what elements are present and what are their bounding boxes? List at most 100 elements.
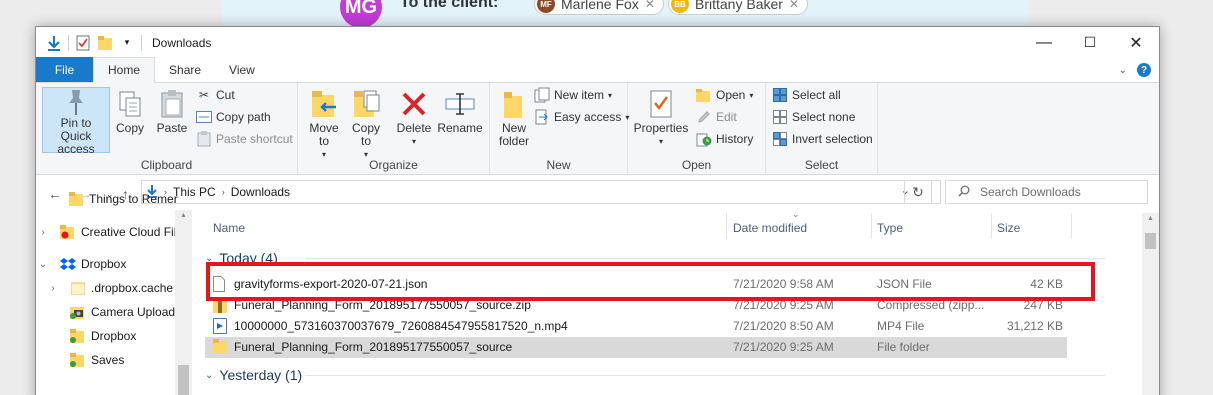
invert-selection-button[interactable]: Invert selection: [772, 129, 873, 149]
delete-button[interactable]: Delete ▾: [394, 87, 434, 148]
nav-item-camera-uploads[interactable]: Camera Uploads: [36, 301, 181, 323]
nav-item-label: Camera Uploads: [91, 305, 182, 319]
new-folder-button[interactable]: New folder: [494, 87, 534, 148]
scrollbar-thumb[interactable]: [1145, 233, 1156, 249]
search-input[interactable]: Search Downloads: [945, 180, 1148, 204]
recipient-chip[interactable]: MF Marlene Fox ✕: [534, 0, 664, 15]
nav-item-dropbox-cache[interactable]: › .dropbox.cache: [36, 277, 173, 299]
search-placeholder: Search Downloads: [980, 185, 1081, 199]
copy-icon: [114, 87, 146, 121]
customize-dropdown-icon[interactable]: ▾: [119, 35, 135, 51]
breadcrumb-downloads[interactable]: Downloads: [231, 185, 290, 199]
nav-item-label: Saves: [91, 353, 125, 367]
tab-home[interactable]: Home: [93, 57, 156, 83]
move-to-button[interactable]: Move to ▾: [308, 87, 340, 161]
column-header-size[interactable]: Size: [997, 218, 1020, 238]
select-group: Select all Select none Invert selection …: [766, 83, 878, 175]
dropdown-arrow-icon: ▾: [411, 137, 416, 146]
separator: [68, 34, 69, 51]
properties-button[interactable]: Properties ▾: [632, 87, 690, 148]
synced-folder-icon: [70, 352, 86, 368]
scissors-icon: ✂: [198, 88, 210, 102]
select-none-button[interactable]: Select none: [772, 107, 855, 127]
scroll-up-icon[interactable]: ▲: [180, 212, 187, 219]
collapse-ribbon-icon[interactable]: ⌄: [1119, 65, 1127, 76]
copy-path-icon: [196, 109, 212, 125]
minimize-button[interactable]: —: [1021, 27, 1067, 58]
maximize-button[interactable]: ☐: [1067, 27, 1113, 58]
new-item-label: New item: [554, 88, 605, 102]
client-label: To the client:: [400, 0, 499, 11]
tab-share[interactable]: Share: [155, 57, 215, 82]
nav-item-saves[interactable]: Saves: [36, 349, 124, 371]
close-button[interactable]: ✕: [1113, 27, 1159, 58]
creative-cloud-folder-icon: [60, 224, 76, 240]
nav-item-dropbox[interactable]: ⌄ Dropbox: [36, 253, 127, 275]
recipient-chip[interactable]: BB Brittany Baker ✕: [668, 0, 808, 15]
select-all-button[interactable]: Select all: [772, 85, 841, 105]
collapse-chevron-icon[interactable]: ⌄: [205, 370, 213, 381]
column-header-date-modified[interactable]: Date modified: [733, 218, 807, 238]
group-divider: [305, 375, 1105, 376]
remove-icon[interactable]: ✕: [789, 0, 799, 11]
refresh-icon[interactable]: ↻: [904, 180, 932, 204]
clipboard-group: Pin to Quick access Copy Paste ✂ Cut Cop…: [36, 83, 298, 175]
expand-chevron-icon[interactable]: ›: [46, 283, 60, 294]
pin-to-quick-access-button[interactable]: Pin to Quick access: [42, 87, 110, 156]
delete-label: Delete: [396, 121, 432, 135]
breadcrumb-this-pc[interactable]: This PC: [173, 185, 216, 199]
tab-view[interactable]: View: [215, 57, 269, 82]
select-none-label: Select none: [792, 110, 856, 124]
paste-shortcut-button[interactable]: Paste shortcut: [196, 129, 293, 149]
dropdown-arrow-icon: ▾: [749, 90, 754, 100]
breadcrumb-separator-icon: ›: [221, 187, 225, 197]
paste-button[interactable]: Paste: [154, 87, 190, 135]
open-group: Properties ▾ Open ▾ Edit History Open: [628, 83, 766, 175]
window-title: Downloads: [152, 35, 212, 50]
chip-avatar: BB: [671, 0, 689, 13]
column-divider: [871, 213, 872, 239]
new-folder-icon[interactable]: [97, 35, 113, 51]
column-divider: [991, 213, 992, 239]
new-item-button[interactable]: New item ▾: [534, 85, 612, 105]
nav-item-things-to-remember[interactable]: Things to Remer: [36, 188, 178, 210]
help-icon[interactable]: ?: [1137, 63, 1151, 77]
open-button[interactable]: Open ▾: [696, 85, 753, 105]
paste-shortcut-icon: [196, 131, 212, 147]
cut-button[interactable]: ✂ Cut: [196, 85, 235, 105]
history-button[interactable]: History: [696, 129, 753, 149]
table-row[interactable]: Funeral_Planning_Form_201895177550057_so…: [205, 337, 1067, 358]
column-header-name[interactable]: Name: [213, 218, 245, 238]
easy-access-button[interactable]: Easy access ▾: [534, 107, 629, 127]
copy-path-button[interactable]: Copy path: [196, 107, 271, 127]
file-list-scrollbar[interactable]: ▲: [1142, 213, 1159, 395]
address-bar[interactable]: › This PC › Downloads ⌄: [141, 180, 941, 204]
scrollbar-thumb[interactable]: [178, 365, 189, 395]
file-name: Funeral_Planning_Form_201895177550057_so…: [234, 340, 513, 354]
table-row[interactable]: 10000000_573160370037679_726088454795581…: [205, 316, 1067, 337]
copy-button[interactable]: Copy: [114, 87, 146, 135]
properties-check-icon[interactable]: [75, 35, 91, 51]
remove-icon[interactable]: ✕: [645, 0, 655, 11]
pin-icon: [60, 88, 92, 116]
title-bar: ▾ Downloads — ☐ ✕: [36, 27, 1159, 58]
history-icon: [696, 131, 712, 147]
collapse-chevron-icon[interactable]: ⌄: [36, 259, 50, 270]
new-group: New folder New item ▾ Easy access ▾ New: [490, 83, 629, 175]
column-header-type[interactable]: Type: [877, 218, 903, 238]
properties-icon: [645, 87, 677, 121]
group-header-yesterday[interactable]: ⌄ Yesterday (1): [205, 365, 1105, 385]
downloads-arrow-icon: [46, 35, 62, 51]
copy-to-button[interactable]: Copy to ▾: [350, 87, 382, 161]
nav-item-dropbox-folder[interactable]: Dropbox: [36, 325, 136, 347]
rename-button[interactable]: Rename: [437, 87, 483, 135]
cut-label: Cut: [216, 88, 235, 102]
scroll-up-icon[interactable]: ▲: [1147, 215, 1154, 222]
open-group-label: Open: [681, 158, 712, 172]
nav-item-label: Creative Cloud Fil: [81, 225, 177, 239]
expand-chevron-icon[interactable]: ›: [36, 227, 50, 238]
nav-pane-scrollbar[interactable]: ▲: [175, 210, 192, 395]
edit-button[interactable]: Edit: [696, 107, 737, 127]
nav-item-creative-cloud[interactable]: › Creative Cloud Fil: [36, 221, 176, 243]
tab-file[interactable]: File: [36, 57, 93, 82]
